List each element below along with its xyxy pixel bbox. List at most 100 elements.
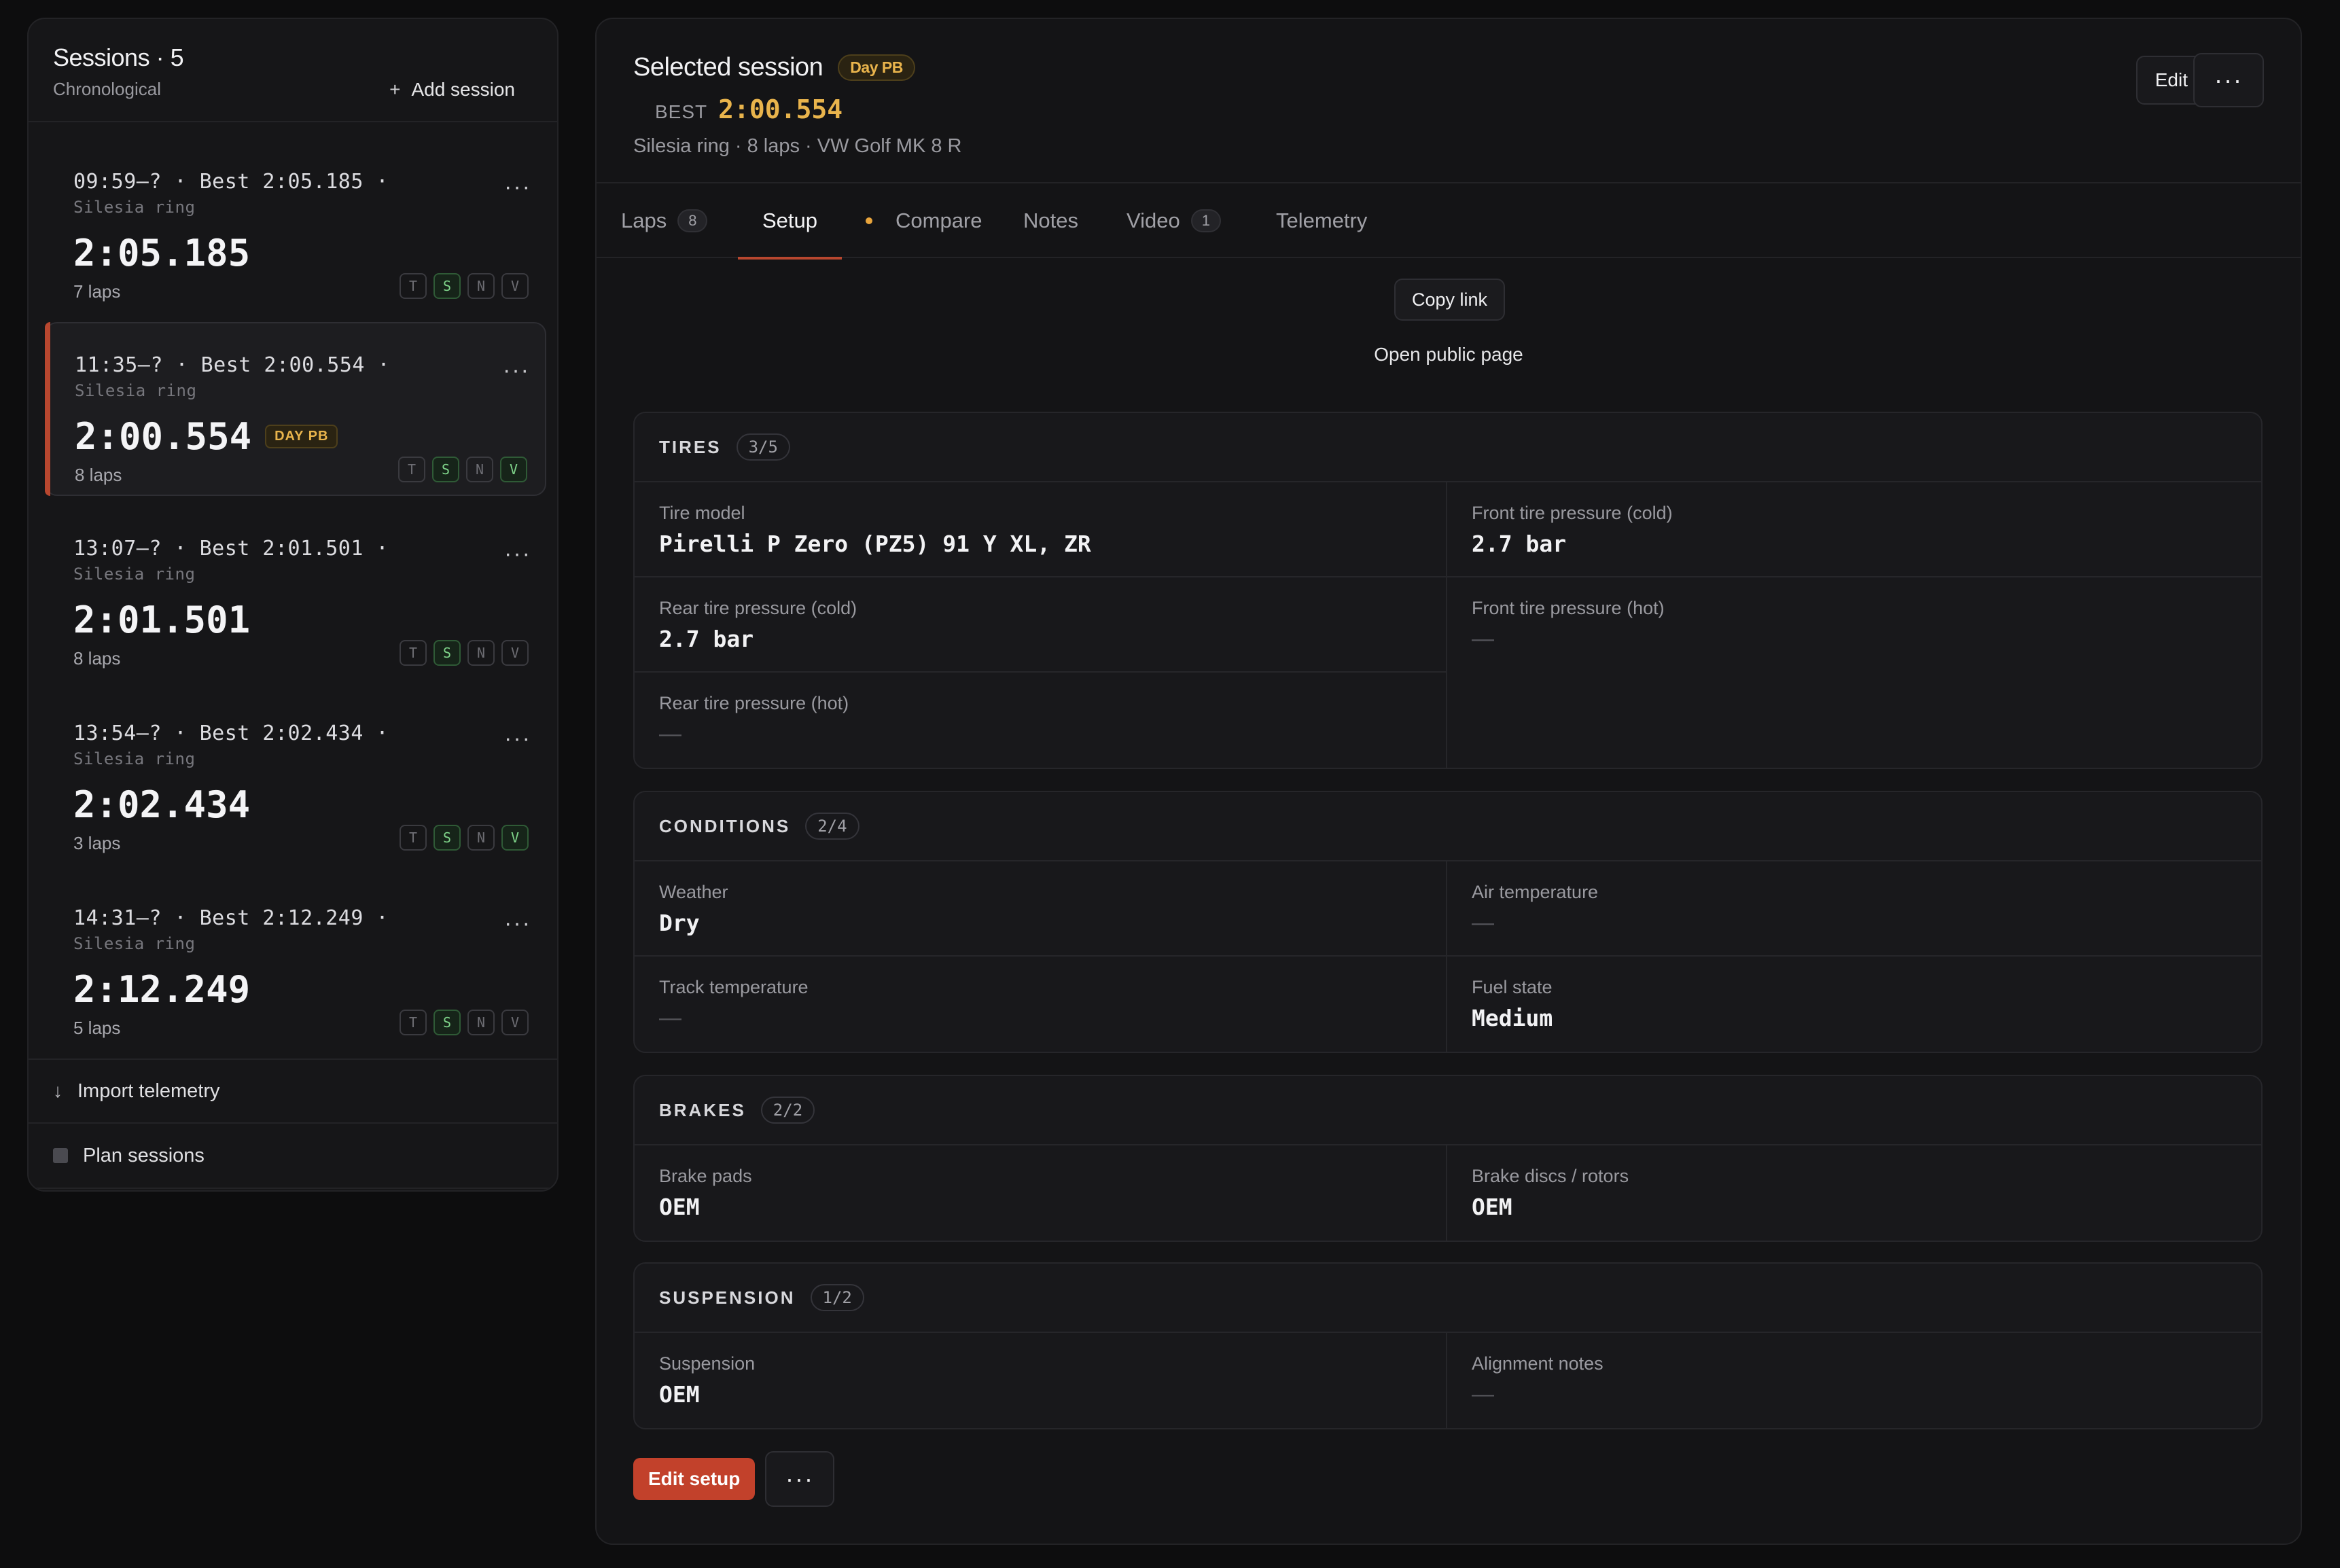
field-label: Tire model [659,503,745,523]
session-detail-panel: Selected session Day PB BEST 2:00.554 Si… [595,18,2302,1545]
sidebar-header: Sessions · 5 Chronological + Add session [29,19,557,122]
unread-dot-icon [866,217,872,224]
tab-notes[interactable]: Notes [1023,183,1078,258]
section-count: 1/2 [810,1284,864,1311]
tag-notes: N [467,273,495,299]
session-item-selected[interactable]: 11:35–? · Best 2:00.554 · Silesia ring 2… [45,322,546,496]
tag-notes: N [466,457,493,482]
session-more-button[interactable]: ··· [504,174,531,200]
copy-link-button[interactable]: Copy link [1394,279,1506,321]
session-best-time: 2:02.434 [73,783,251,826]
import-telemetry-button[interactable]: ↓ Import telemetry [29,1058,557,1124]
session-more-button[interactable]: ··· [504,910,531,937]
tag-notes: N [467,1010,495,1035]
sidebar-title: Sessions · 5 [53,43,184,71]
field-value: OEM [1472,1194,1512,1220]
field-label: Brake pads [659,1166,752,1186]
tab-count: 1 [1190,209,1221,232]
tab-label: Setup [762,209,818,232]
session-meta: Silesia ring · 8 laps · VW Golf MK 8 R [633,135,962,157]
field-brake-discs: Brake discs / rotors OEM [1447,1145,2261,1241]
session-more-button[interactable]: ··· [504,541,531,567]
edit-setup-button[interactable]: Edit setup [633,1458,756,1500]
tag-setup: S [433,273,461,299]
tab-label: Video [1127,209,1180,232]
tab-video[interactable]: Video 1 [1127,183,1221,258]
best-label: BEST [655,101,708,122]
session-summary: 09:59–? · Best 2:05.185 · [73,170,389,194]
tag-setup: S [432,457,459,482]
field-label: Fuel state [1472,977,1553,997]
add-session-button[interactable]: + Add session [389,79,515,101]
page-title: Selected session [633,53,823,82]
tag-telemetry: T [400,1010,427,1035]
field-label: Rear tire pressure (hot) [659,693,849,713]
section-title: CONDITIONS [659,815,791,836]
session-tags: T S N V [400,640,529,666]
tab-setup[interactable]: Setup [737,183,843,260]
setup-more-button[interactable]: ··· [765,1451,834,1507]
session-item[interactable]: 13:07–? · Best 2:01.501 · Silesia ring 2… [45,507,546,681]
field-air-temperature: Air temperature — [1447,861,2261,957]
field-label: Front tire pressure (cold) [1472,503,1673,523]
session-best-time: 2:01.501 [73,599,251,641]
field-rear-pressure-hot: Rear tire pressure (hot) — [635,673,1447,768]
field-front-pressure-hot: Front tire pressure (hot) — [1447,577,2261,673]
session-summary: 14:31–? · Best 2:12.249 · [73,906,389,930]
tab-compare[interactable]: Compare [866,183,982,258]
session-item[interactable]: 09:59–? · Best 2:05.185 · Silesia ring 2… [45,140,546,314]
field-label: Track temperature [659,977,809,997]
session-laps: 8 laps [75,465,122,485]
field-weather: Weather Dry [635,861,1447,957]
session-tags: T S N V [398,457,527,482]
field-label: Air temperature [1472,882,1599,902]
tab-telemetry[interactable]: Telemetry [1276,183,1367,258]
tab-label: Laps [621,209,667,232]
session-more-button[interactable]: ··· [504,726,531,752]
field-value: — [1472,1381,1494,1406]
section-title: BRAKES [659,1099,746,1120]
field-value: — [1472,626,1494,651]
field-value: OEM [659,1194,700,1220]
session-more-button[interactable]: ··· [503,357,530,384]
field-value: 2.7 bar [659,626,754,652]
tag-video: V [501,273,529,299]
field-label: Alignment notes [1472,1353,1603,1374]
field-label: Suspension [659,1353,756,1374]
tag-notes: N [467,825,495,851]
more-options-button[interactable]: ··· [2193,53,2264,107]
section-count: 2/4 [805,813,859,840]
session-tags: T S N V [400,1010,529,1035]
session-tags: T S N V [400,273,529,299]
field-rear-pressure-cold: Rear tire pressure (cold) 2.7 bar [635,577,1447,673]
tag-telemetry: T [398,457,425,482]
plan-sessions-button[interactable]: Plan sessions [29,1124,557,1189]
tires-section: TIRES 3/5 Tire model Pirelli P Zero (PZ5… [633,412,2263,769]
tag-video: V [501,1010,529,1035]
plus-icon: + [389,79,401,100]
session-item[interactable]: 13:54–? · Best 2:02.434 · Silesia ring 2… [45,692,546,866]
tag-telemetry: T [400,825,427,851]
empty-cell [1447,673,2261,768]
field-value: — [1472,910,1494,935]
session-best-time: 2:00.554 [75,415,252,458]
field-label: Front tire pressure (hot) [1472,598,1665,618]
field-value: 2.7 bar [1472,531,1567,557]
conditions-section: CONDITIONS 2/4 Weather Dry Air temperatu… [633,791,2263,1053]
open-public-page-label[interactable]: Open public page [1374,344,1523,365]
field-value: Pirelli P Zero (PZ5) 91 Y XL, ZR [659,531,1091,557]
session-best-time: 2:12.249 [73,968,251,1011]
tag-video: V [500,457,527,482]
tab-bar: Laps 8 Setup Compare Notes Video 1 Telem… [597,183,2301,260]
field-tire-model: Tire model Pirelli P Zero (PZ5) 91 Y XL,… [635,482,1447,577]
field-value: Dry [659,910,700,936]
import-telemetry-label: Import telemetry [77,1080,220,1102]
tab-laps[interactable]: Laps 8 [621,183,708,258]
add-session-label: Add session [411,79,515,100]
tab-label: Telemetry [1276,209,1368,232]
session-item[interactable]: 14:31–? · Best 2:12.249 · Silesia ring 2… [45,876,546,1050]
field-label: Weather [659,882,728,902]
field-label: Rear tire pressure (cold) [659,598,857,618]
session-track: Silesia ring [73,198,196,217]
tag-setup: S [433,825,461,851]
